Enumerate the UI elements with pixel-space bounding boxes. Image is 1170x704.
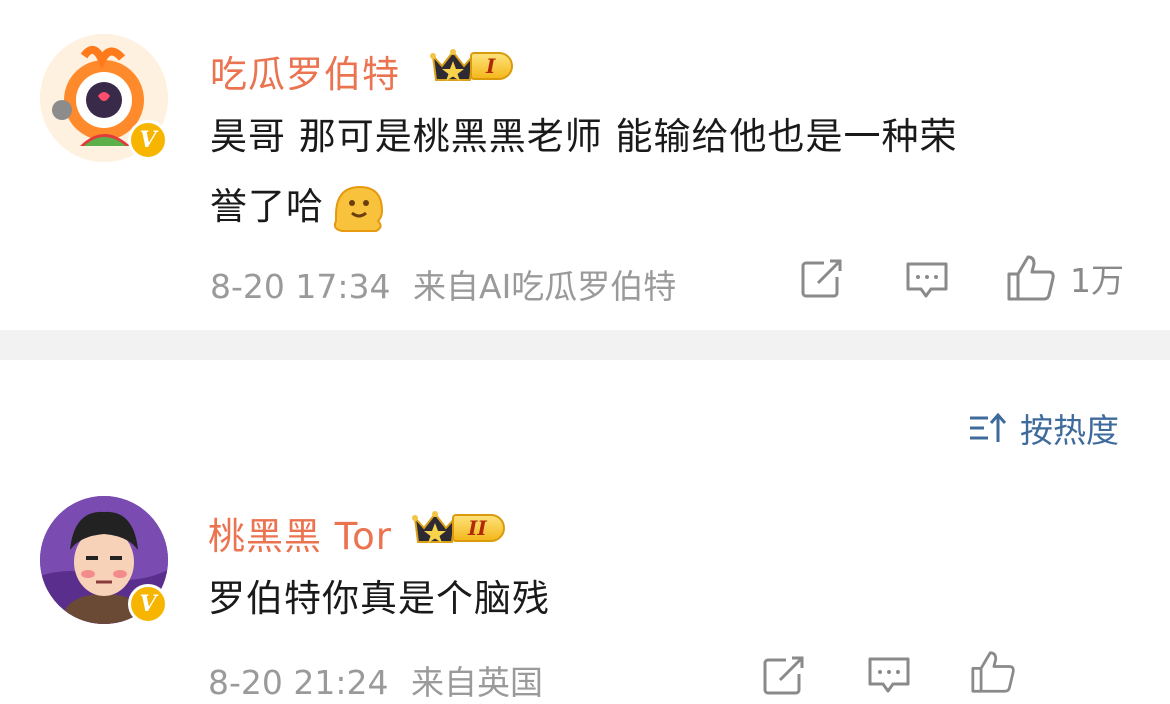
comment-time: 8-20 17:34	[210, 267, 391, 306]
user-level-badge[interactable]: I	[430, 48, 514, 84]
like-icon	[1007, 255, 1055, 301]
comment-source: 来自英国	[411, 663, 543, 702]
verified-badge-icon: V	[128, 120, 168, 160]
comment-author[interactable]: 吃瓜罗伯特	[210, 44, 400, 98]
sort-icon	[970, 412, 1007, 442]
comment-time: 8-20 21:24	[208, 663, 389, 702]
verified-badge-icon: V	[128, 584, 168, 624]
comment-meta: 8-20 17:34 来自AI吃瓜罗伯特	[210, 260, 676, 308]
comment-text: 昊哥 那可是桃黑黑老师 能输给他也是一种荣 誉了哈	[210, 102, 1110, 242]
comment-icon	[906, 262, 948, 298]
comment-button[interactable]	[904, 261, 950, 305]
repost-icon	[801, 259, 842, 298]
comment-text-line-wrap: 誉了哈	[210, 172, 1110, 242]
like-count: 1万	[1070, 261, 1124, 300]
comment-text-line: 昊哥 那可是桃黑黑老师 能输给他也是一种荣	[210, 115, 958, 158]
emoji-melting-face-icon	[333, 185, 384, 232]
repost-button[interactable]	[800, 259, 844, 303]
repost-button[interactable]	[762, 656, 806, 700]
sort-label: 按热度	[1020, 411, 1119, 450]
comment-meta: 8-20 21:24 来自英国	[208, 656, 543, 704]
comment-author[interactable]: 桃黑黑 Tor	[208, 506, 392, 560]
level-label: I	[470, 52, 514, 80]
comment-source: 来自AI吃瓜罗伯特	[413, 267, 677, 306]
user-level-badge[interactable]: II	[412, 510, 505, 546]
comment-text: 罗伯特你真是个脑残	[208, 577, 550, 620]
like-icon	[971, 651, 1015, 693]
like-button[interactable]: 1万	[1006, 254, 1124, 302]
comment-icon	[868, 657, 910, 693]
repost-icon	[763, 656, 804, 695]
section-divider	[0, 330, 1170, 360]
like-button[interactable]	[968, 650, 1018, 698]
level-label: II	[452, 514, 505, 542]
sort-by-hot-button[interactable]: 按热度	[968, 404, 1119, 452]
comment-text-line: 誉了哈	[210, 185, 324, 228]
comment-button[interactable]	[866, 656, 912, 700]
